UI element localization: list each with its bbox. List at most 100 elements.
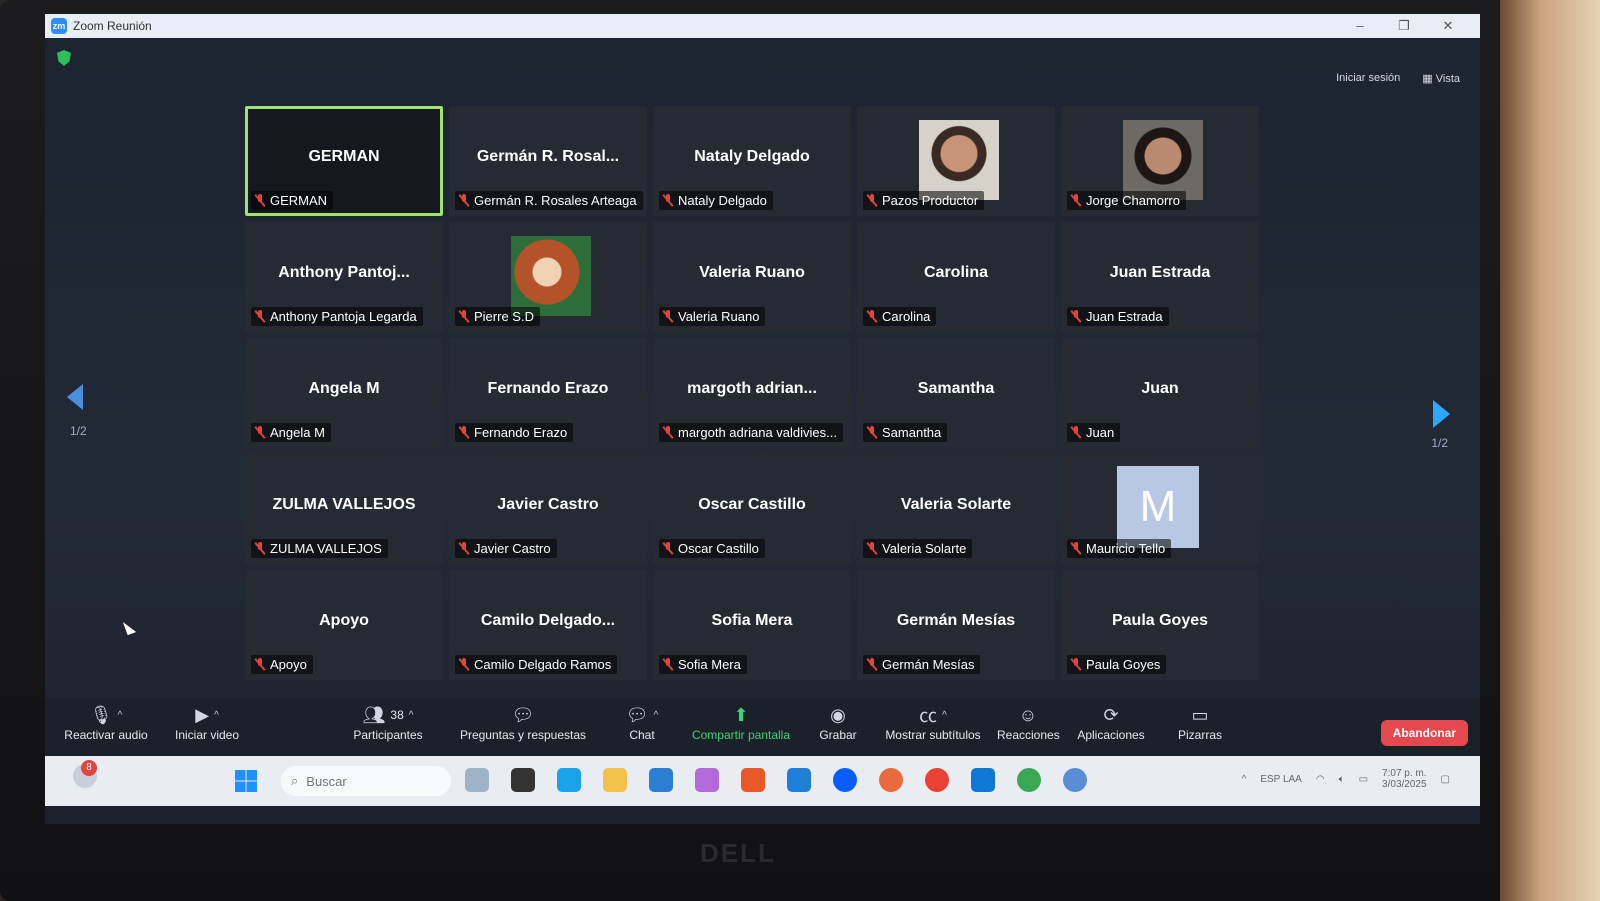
chevron-up-icon[interactable]: ^	[654, 710, 659, 721]
participants-label: Participantes	[353, 728, 423, 742]
participant-tile[interactable]: Juan Estrada Juan Estrada	[1061, 222, 1259, 332]
file-explorer-icon[interactable]	[603, 768, 627, 792]
notifications-bell-icon[interactable]: ▢	[1441, 774, 1450, 785]
participant-display-name: Juan	[1141, 380, 1179, 397]
participant-tile[interactable]: Paula Goyes Paula Goyes	[1061, 570, 1259, 680]
participant-tile[interactable]: Fernando Erazo Fernando Erazo	[449, 338, 647, 448]
volume-icon[interactable]: 🔈︎	[1339, 774, 1345, 785]
participant-tile[interactable]: Sofia Mera Sofia Mera	[653, 570, 851, 680]
participant-display-name: margoth adrian...	[687, 380, 817, 397]
captions-button[interactable]: ㏄ ^ Mostrar subtítulos	[883, 702, 983, 742]
share-screen-button[interactable]: ⬆︎ Compartir pantalla	[689, 702, 793, 743]
whiteboards-button[interactable]: ▭ Pizarras	[1175, 702, 1225, 743]
windows-taskbar: 8 ⌕ Buscar ^ ESP LAA ◠ 🔈︎ ▭ 7:07 p. m. 3…	[45, 756, 1480, 806]
participant-tile[interactable]: Valeria Ruano Valeria Ruano	[653, 222, 851, 332]
outlook-icon[interactable]	[971, 768, 995, 792]
participant-tile[interactable]: Pierre S.D	[449, 222, 647, 332]
windows-start-icon[interactable]	[235, 770, 257, 792]
participant-tile[interactable]: Anthony Pantoj... Anthony Pantoja Legarda	[245, 222, 443, 332]
muted-mic-icon	[867, 194, 877, 207]
muted-mic-icon	[663, 658, 673, 671]
participant-name-label: Pierre S.D	[455, 307, 540, 326]
participant-tile[interactable]: Oscar Castillo Oscar Castillo	[653, 454, 851, 564]
participant-tile[interactable]: ZULMA VALLEJOS ZULMA VALLEJOS	[245, 454, 443, 564]
participant-tile[interactable]: Camilo Delgado... Camilo Delgado Ramos	[449, 570, 647, 680]
participant-tile[interactable]: Angela M Angela M	[245, 338, 443, 448]
chevron-up-icon[interactable]: ^	[118, 710, 123, 721]
chevron-up-icon[interactable]: ^	[1242, 774, 1247, 785]
qa-icon: 💬︎	[511, 704, 535, 725]
participant-name-label: Oscar Castillo	[659, 539, 765, 558]
participant-tile[interactable]: Samantha Samantha	[857, 338, 1055, 448]
taskbar-search[interactable]: ⌕ Buscar	[281, 766, 451, 796]
participant-name: Germán Mesías	[882, 657, 975, 672]
language-indicator[interactable]: ESP LAA	[1260, 774, 1302, 785]
firefox-icon[interactable]	[879, 768, 903, 792]
chevron-up-icon[interactable]: ^	[409, 710, 414, 721]
whiteboard-icon: ▭	[1191, 704, 1209, 725]
chat-icon: 💬︎	[625, 704, 649, 725]
reactions-icon: ☺	[1018, 704, 1038, 725]
participant-name: margoth adriana valdivies...	[678, 425, 837, 440]
copilot-icon[interactable]	[695, 768, 719, 792]
close-button[interactable]: ✕	[1426, 14, 1470, 38]
signin-button[interactable]: Iniciar sesión	[1336, 72, 1400, 85]
participant-tile[interactable]: Germán R. Rosal... Germán R. Rosales Arte…	[449, 106, 647, 216]
chrome-canary-icon[interactable]	[1017, 768, 1041, 792]
participant-tile[interactable]: Pazos Productor	[857, 106, 1055, 216]
start-video-button[interactable]: ▶︎ ^ Iniciar video	[167, 702, 247, 743]
wifi-icon[interactable]: ◠	[1316, 774, 1325, 785]
security-shield-icon[interactable]	[57, 50, 71, 66]
muted-mic-icon	[255, 542, 265, 555]
qa-button[interactable]: 💬︎ Preguntas y respuestas	[459, 702, 587, 743]
participant-tile[interactable]: margoth adrian... margoth adriana valdivi…	[653, 338, 851, 448]
record-icon: ◉	[830, 704, 846, 725]
participant-name: Valeria Solarte	[882, 541, 967, 556]
mail-icon[interactable]	[787, 768, 811, 792]
chevron-up-icon[interactable]: ^	[214, 710, 219, 721]
participant-name-label: Camilo Delgado Ramos	[455, 655, 618, 674]
view-button[interactable]: ▦ Vista	[1422, 72, 1460, 85]
chrome-icon[interactable]	[925, 768, 949, 792]
participant-name: Camilo Delgado Ramos	[474, 657, 612, 672]
clock[interactable]: 7:07 p. m. 3/03/2025	[1382, 768, 1427, 790]
participant-tile[interactable]: M Mauricio Tello	[1061, 454, 1259, 564]
settings-icon[interactable]	[1063, 768, 1087, 792]
participant-tile[interactable]: Germán Mesías Germán Mesías	[857, 570, 1055, 680]
participants-icon: 👥︎	[362, 704, 386, 725]
top-right-controls: Iniciar sesión ▦ Vista	[1336, 72, 1460, 85]
participant-display-name: Paula Goyes	[1111, 612, 1209, 629]
chat-button[interactable]: 💬︎ ^ Chat	[617, 702, 667, 743]
battery-icon[interactable]: ▭	[1359, 774, 1368, 785]
zoom-app-icon[interactable]	[833, 768, 857, 792]
unmute-audio-button[interactable]: 🎙︎ ^ Reactivar audio	[63, 702, 149, 743]
apps-button[interactable]: ⟳ Aplicaciones	[1075, 702, 1147, 743]
chevron-up-icon[interactable]: ^	[942, 710, 947, 721]
edge-icon[interactable]	[557, 768, 581, 792]
participant-tile[interactable]: Juan Juan	[1061, 338, 1259, 448]
participant-tile[interactable]: Valeria Solarte Valeria Solarte	[857, 454, 1055, 564]
participant-display-name: Anthony Pantoj...	[278, 264, 410, 281]
next-page-icon[interactable]	[1433, 400, 1450, 428]
leave-button[interactable]: Abandonar	[1380, 720, 1468, 746]
participant-display-name: ZULMA VALLEJOS	[272, 496, 416, 513]
participant-tile[interactable]: Javier Castro Javier Castro	[449, 454, 647, 564]
previous-page-icon[interactable]	[67, 384, 83, 410]
record-button[interactable]: ◉ Grabar	[815, 702, 861, 743]
participant-tile[interactable]: Apoyo Apoyo	[245, 570, 443, 680]
participant-tile[interactable]: Jorge Chamorro	[1061, 106, 1259, 216]
widget-icon[interactable]	[465, 768, 489, 792]
brave-icon[interactable]	[741, 768, 765, 792]
store-icon[interactable]	[649, 768, 673, 792]
video-off-icon: ▶︎	[195, 704, 210, 725]
minimize-button[interactable]: –	[1338, 14, 1382, 38]
task-view-icon[interactable]	[511, 768, 535, 792]
restore-button[interactable]: ❐	[1382, 14, 1426, 38]
muted-mic-icon	[1071, 542, 1081, 555]
reactions-button[interactable]: ☺ Reacciones	[997, 702, 1060, 743]
dell-logo: DELL	[700, 838, 776, 868]
participants-button[interactable]: 👥︎ 38 ^ Participantes	[347, 702, 429, 743]
participant-tile[interactable]: GERMAN GERMAN	[245, 106, 443, 216]
participant-tile[interactable]: Carolina Carolina	[857, 222, 1055, 332]
participant-tile[interactable]: Nataly Delgado Nataly Delgado	[653, 106, 851, 216]
